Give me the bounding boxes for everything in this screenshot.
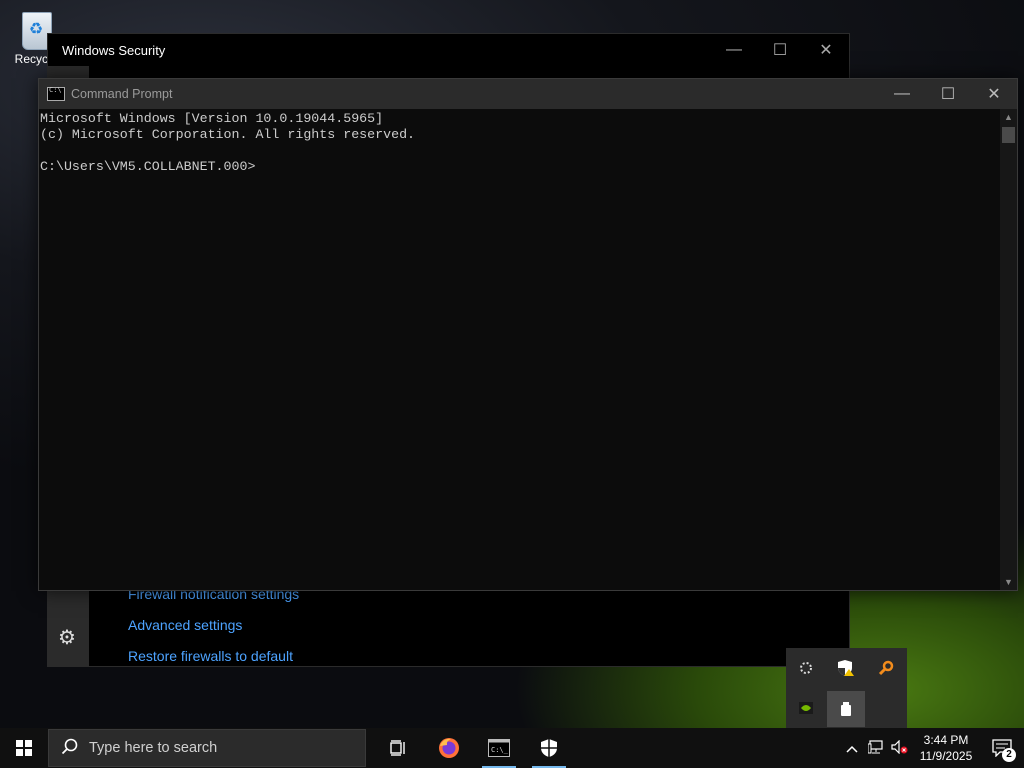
tray-overflow-flyout <box>786 648 907 732</box>
settings-gear-icon[interactable]: ⚙ <box>58 625 76 650</box>
minimize-button[interactable]: — <box>711 34 757 66</box>
search-icon <box>61 737 79 760</box>
command-prompt-window[interactable]: Command Prompt — ☐ ✕ Microsoft Windows [… <box>38 78 1018 591</box>
maximize-button[interactable]: ☐ <box>925 79 971 109</box>
close-button[interactable]: ✕ <box>803 34 849 66</box>
advanced-settings-link[interactable]: Advanced settings <box>128 617 299 648</box>
firefox-icon[interactable] <box>424 728 474 768</box>
start-button[interactable] <box>0 728 48 768</box>
magnifier-icon[interactable] <box>866 648 906 688</box>
command-prompt-taskbar-icon[interactable]: C:\_ <box>474 728 524 768</box>
windows-security-title: Windows Security <box>62 42 166 58</box>
restore-firewalls-link[interactable]: Restore firewalls to default <box>128 648 299 679</box>
scroll-up-arrow-icon[interactable]: ▲ <box>1000 109 1017 125</box>
action-center-button[interactable]: 2 <box>980 728 1024 768</box>
close-button[interactable]: ✕ <box>971 79 1017 109</box>
minimize-button[interactable]: — <box>879 79 925 109</box>
volume-muted-icon[interactable] <box>888 739 912 757</box>
task-view-icon[interactable] <box>374 728 424 768</box>
system-tray: 3:44 PM 11/9/2025 2 <box>840 728 1024 768</box>
console-line: (c) Microsoft Corporation. All rights re… <box>40 127 416 142</box>
command-prompt-icon <box>47 86 65 101</box>
chevron-up-icon[interactable] <box>840 740 864 756</box>
clock[interactable]: 3:44 PM 11/9/2025 <box>912 732 980 764</box>
nvidia-settings-icon[interactable] <box>786 688 826 728</box>
console-output[interactable]: Microsoft Windows [Version 10.0.19044.59… <box>39 109 1000 590</box>
taskbar: Type here to search C:\_ 3:44 PM 11/9/20… <box>0 728 1024 768</box>
security-warning-icon[interactable] <box>826 648 866 688</box>
windows-logo-icon <box>16 740 32 756</box>
windows-security-taskbar-icon[interactable] <box>524 728 574 768</box>
vertical-scrollbar[interactable]: ▲ ▼ <box>1000 109 1017 590</box>
console-line: Microsoft Windows [Version 10.0.19044.59… <box>40 111 384 126</box>
command-prompt-title: Command Prompt <box>71 87 173 101</box>
usb-eject-icon[interactable] <box>827 691 865 727</box>
nvidia-icon[interactable] <box>786 648 826 688</box>
command-prompt-titlebar[interactable]: Command Prompt — ☐ ✕ <box>39 79 1017 109</box>
clock-time: 3:44 PM <box>923 733 969 747</box>
svg-text:C:\_: C:\_ <box>491 746 509 754</box>
clock-date: 11/9/2025 <box>919 749 973 763</box>
maximize-button[interactable]: ☐ <box>757 34 803 66</box>
taskbar-search-box[interactable]: Type here to search <box>48 729 366 767</box>
scroll-down-arrow-icon[interactable]: ▼ <box>1000 574 1017 590</box>
console-prompt: C:\Users\VM5.COLLABNET.000> <box>40 159 256 174</box>
firewall-links: Firewall notification settings Advanced … <box>128 586 299 679</box>
network-icon[interactable] <box>864 739 888 757</box>
notification-count-badge: 2 <box>1002 748 1016 762</box>
windows-security-titlebar[interactable]: Windows Security — ☐ ✕ <box>48 34 849 66</box>
scrollbar-thumb[interactable] <box>1002 127 1015 143</box>
search-placeholder: Type here to search <box>89 740 218 756</box>
